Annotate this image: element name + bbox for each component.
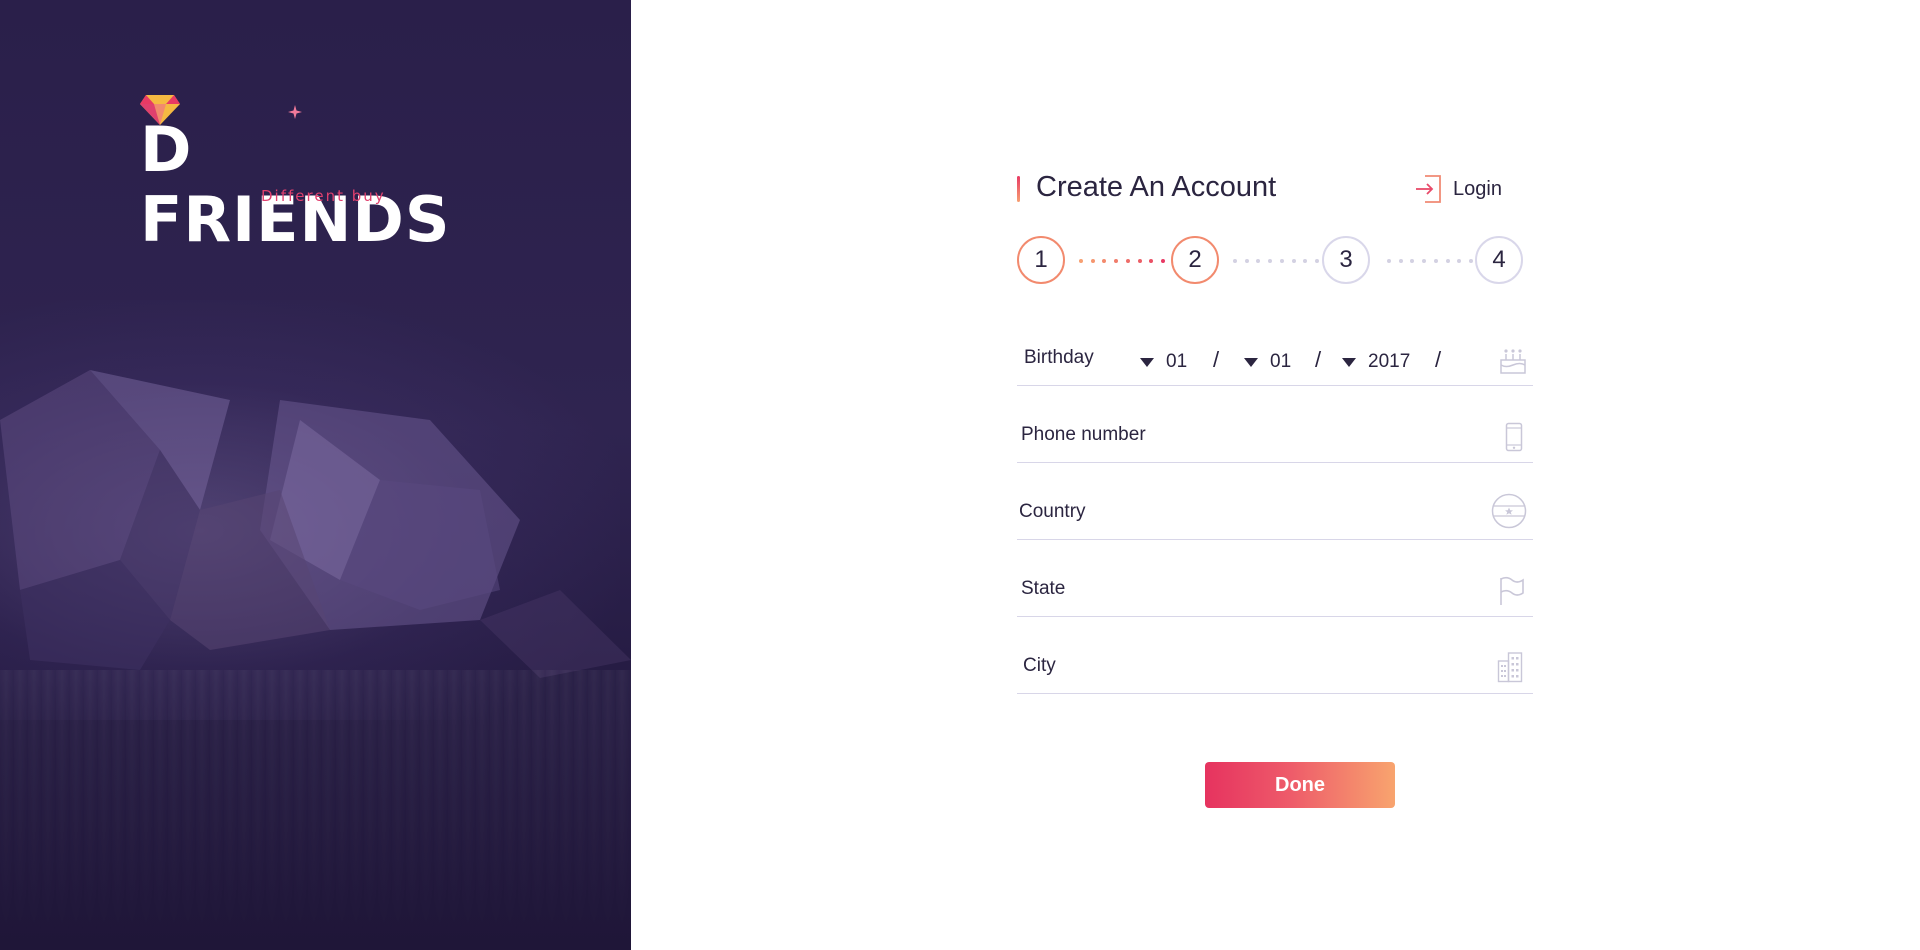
brand-logo: D FRIENDS Different buy (140, 95, 480, 255)
chevron-down-icon (1244, 357, 1258, 367)
date-separator: / (1213, 347, 1220, 372)
login-link[interactable]: Login (1415, 174, 1502, 204)
brand-wordmark: D FRIENDS (140, 113, 451, 256)
step-connector-2 (1233, 259, 1319, 263)
phone-field[interactable]: Phone number (1017, 386, 1533, 463)
birthday-year-value: 2017 (1368, 351, 1411, 372)
chevron-down-icon (1342, 357, 1356, 367)
water-reflection (0, 670, 631, 950)
crystal-image (0, 370, 631, 678)
flag-icon (1500, 576, 1524, 605)
birthday-year-select[interactable]: 2017 (1342, 351, 1410, 373)
country-label: Country (1019, 501, 1086, 522)
birthday-month-select[interactable]: 01 (1244, 351, 1291, 373)
step-3[interactable]: 3 (1322, 236, 1370, 284)
form-header: Create An Account Login (1017, 168, 1533, 208)
birthday-label: Birthday (1024, 347, 1094, 368)
birthday-day-value: 01 (1166, 351, 1188, 372)
title-accent-bar (1017, 176, 1020, 202)
globe-icon (1491, 493, 1527, 529)
birthday-month-value: 01 (1270, 351, 1292, 372)
create-account-form: Create An Account Login 1 2 3 4 Birthday (1017, 168, 1533, 694)
building-icon (1497, 652, 1523, 683)
login-label: Login (1453, 177, 1502, 200)
state-field[interactable]: State (1017, 540, 1533, 617)
city-field[interactable]: City (1017, 617, 1533, 694)
state-label: State (1021, 578, 1066, 599)
phone-icon (1505, 422, 1523, 452)
done-button[interactable]: Done (1205, 762, 1395, 808)
step-4[interactable]: 4 (1475, 236, 1523, 284)
hero-panel: D FRIENDS Different buy (0, 0, 631, 950)
step-1[interactable]: 1 (1017, 236, 1065, 284)
birthday-day-select[interactable]: 01 (1140, 351, 1187, 373)
login-arrow-icon (1416, 175, 1441, 203)
country-field[interactable]: Country (1017, 463, 1533, 540)
phone-label: Phone number (1021, 424, 1146, 445)
step-connector-1 (1079, 259, 1165, 263)
city-label: City (1023, 655, 1056, 676)
chevron-down-icon (1140, 357, 1154, 367)
step-connector-3 (1387, 259, 1473, 263)
birthday-cake-icon (1500, 349, 1526, 374)
step-2[interactable]: 2 (1171, 236, 1219, 284)
page-title: Create An Account (1036, 171, 1277, 203)
brand-tagline: Different buy (261, 187, 386, 205)
date-separator: / (1315, 347, 1322, 372)
step-indicator: 1 2 3 4 (1017, 236, 1533, 288)
date-separator: / (1435, 347, 1442, 372)
birthday-field: Birthday 01 / 01 / 2017 / (1017, 316, 1533, 386)
